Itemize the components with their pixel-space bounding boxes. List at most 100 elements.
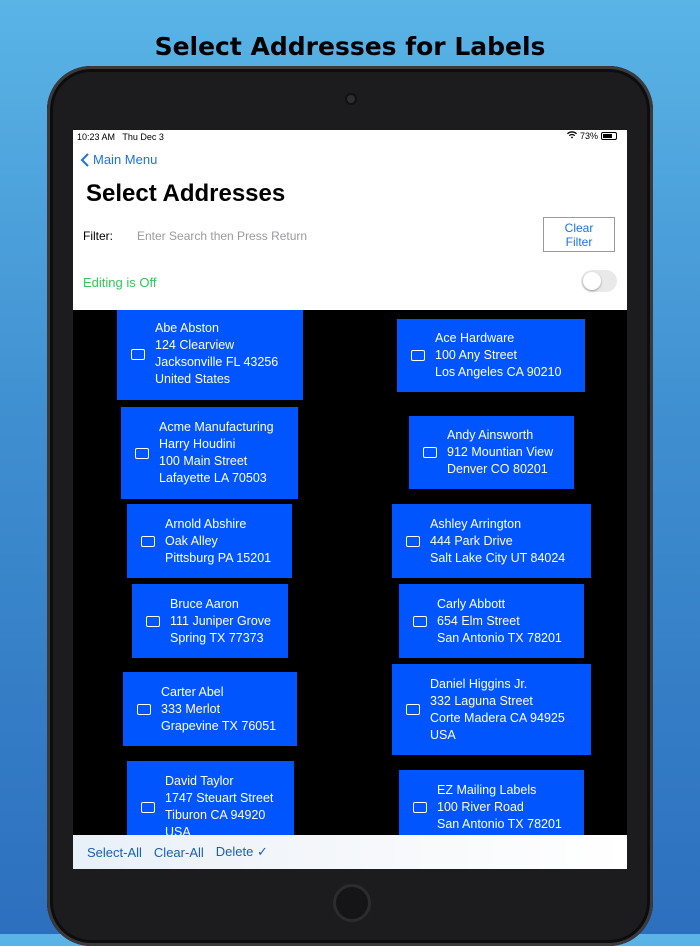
address-card[interactable]: Carly Abbott 654 Elm Street San Antonio TX… xyxy=(399,584,584,658)
wifi-icon xyxy=(566,131,577,141)
address-lines: Arnold Abshire Oak Alley Pittsburg PA 1520… xyxy=(165,516,271,567)
address-line: San Antonio TX 78201 xyxy=(437,630,562,645)
clear-all-button[interactable]: Clear-All xyxy=(154,845,204,860)
header: 10:23 AM Thu Dec 3 73% Main Menu Select … xyxy=(73,130,627,310)
address-line: United States xyxy=(155,372,231,386)
address-line: Jacksonville FL 43256 xyxy=(155,355,279,369)
address-line: 100 Main Street xyxy=(159,454,248,468)
address-card[interactable]: Abe Abston 124 Clearview Jacksonville FL 4… xyxy=(117,310,303,400)
checkbox[interactable] xyxy=(146,615,160,627)
address-card[interactable]: Ace Hardware 100 Any Street Los Angeles CA… xyxy=(397,319,585,392)
screen: 10:23 AM Thu Dec 3 73% Main Menu Select … xyxy=(73,130,627,869)
address-lines: David Taylor 1747 Steuart Street Tiburon C… xyxy=(165,773,273,835)
address-lines: Daniel Higgins Jr. 332 Laguna Street Corte… xyxy=(430,676,565,744)
toggle-knob xyxy=(583,272,601,290)
address-card[interactable]: Arnold Abshire Oak Alley Pittsburg PA 1520… xyxy=(127,504,292,578)
address-line: 100 Any Street xyxy=(435,348,518,362)
checkbox[interactable] xyxy=(413,615,427,627)
address-list[interactable]: Abe Abston 124 Clearview Jacksonville FL 4… xyxy=(73,310,627,835)
checkbox[interactable] xyxy=(131,348,145,360)
address-line: 332 Laguna Street xyxy=(430,693,533,708)
address-line: 124 Clearview xyxy=(155,338,235,352)
address-line: Tiburon CA 94920 xyxy=(165,808,266,822)
address-line: 100 River Road xyxy=(437,799,524,814)
address-card[interactable]: Acme Manufacturing Harry Houdini 100 Main … xyxy=(121,407,298,499)
back-button-label: Main Menu xyxy=(93,152,158,167)
address-line: Corte Madera CA 94925 xyxy=(430,710,565,725)
checkbox[interactable] xyxy=(423,447,437,458)
status-time: 10:23 AM xyxy=(77,132,116,142)
status-bar-right: 73% xyxy=(566,131,617,141)
select-all-button[interactable]: Select-All xyxy=(87,845,142,860)
address-line: San Antonio TX 78201 xyxy=(437,816,562,831)
address-line: David Taylor xyxy=(165,774,234,788)
address-lines: Ashley Arrington 444 Park Drive Salt Lake … xyxy=(430,516,565,567)
back-button[interactable]: Main Menu xyxy=(80,152,157,167)
address-line: 654 Elm Street xyxy=(437,613,520,628)
address-card[interactable]: EZ Mailing Labels 100 River Road San Anton… xyxy=(399,770,584,835)
address-line: 912 Mountian View xyxy=(447,445,554,459)
address-line: Denver CO 80201 xyxy=(447,462,548,476)
address-line: Bruce Aaron xyxy=(170,596,239,611)
checkbox[interactable] xyxy=(137,703,151,715)
front-camera xyxy=(347,95,355,103)
address-lines: Andy Ainsworth 912 Mountian View Denver CO… xyxy=(447,427,553,478)
battery-icon xyxy=(601,132,617,140)
address-line: Arnold Abshire xyxy=(165,516,247,531)
status-date: Thu Dec 3 xyxy=(122,132,164,142)
address-lines: Carter Abel 333 Merlot Grapevine TX 76051 xyxy=(161,684,276,735)
checkbox[interactable] xyxy=(411,350,425,361)
address-lines: Abe Abston 124 Clearview Jacksonville FL 4… xyxy=(155,320,278,388)
address-line: Lafayette LA 70503 xyxy=(159,471,267,485)
status-bar-left: 10:23 AM Thu Dec 3 xyxy=(77,132,164,142)
address-lines: Acme Manufacturing Harry Houdini 100 Main … xyxy=(159,419,274,487)
address-line: Grapevine TX 76051 xyxy=(161,718,277,733)
address-line: Carter Abel xyxy=(161,684,224,699)
delete-button[interactable]: Delete ✓ xyxy=(216,844,268,860)
address-line: Abe Abston xyxy=(155,321,219,335)
address-line: Pittsburg PA 15201 xyxy=(165,550,272,565)
checkbox[interactable] xyxy=(406,535,420,547)
address-line: Daniel Higgins Jr. xyxy=(430,676,528,691)
promo-headline: Select Addresses for Labels xyxy=(154,32,546,61)
address-lines: Carly Abbott 654 Elm Street San Antonio TX… xyxy=(437,596,562,647)
filter-input[interactable] xyxy=(135,226,479,246)
home-button[interactable] xyxy=(333,884,371,922)
address-line: Acme Manufacturing xyxy=(159,420,274,434)
battery-percent: 73% xyxy=(579,131,598,141)
address-line: EZ Mailing Labels xyxy=(437,782,537,797)
address-card[interactable]: Bruce Aaron 111 Juniper Grove Spring TX 77… xyxy=(132,584,288,658)
address-line: Carly Abbott xyxy=(437,596,506,611)
bottom-toolbar: Select-All Clear-All Delete ✓ xyxy=(73,835,627,869)
address-line: 111 Juniper Grove xyxy=(170,613,271,628)
address-line: Ashley Arrington xyxy=(430,516,522,531)
filter-label: Filter: xyxy=(83,229,113,243)
checkbox[interactable] xyxy=(141,801,155,813)
address-card[interactable]: David Taylor 1747 Steuart Street Tiburon C… xyxy=(127,761,294,835)
checkbox[interactable] xyxy=(141,535,155,547)
address-card[interactable]: Andy Ainsworth 912 Mountian View Denver CO… xyxy=(409,416,574,489)
address-card[interactable]: Ashley Arrington 444 Park Drive Salt Lake … xyxy=(392,504,591,578)
address-line: 444 Park Drive xyxy=(430,533,513,548)
address-line: USA xyxy=(430,727,456,742)
address-line: 333 Merlot xyxy=(161,701,221,716)
editing-toggle[interactable] xyxy=(581,270,617,292)
address-line: Harry Houdini xyxy=(159,437,236,451)
address-line: 1747 Steuart Street xyxy=(165,791,274,805)
address-line: Los Angeles CA 90210 xyxy=(435,365,562,379)
chevron-left-icon xyxy=(80,152,89,167)
address-line: Andy Ainsworth xyxy=(447,428,534,442)
address-lines: Ace Hardware 100 Any Street Los Angeles CA… xyxy=(435,330,562,381)
address-card[interactable]: Carter Abel 333 Merlot Grapevine TX 76051 xyxy=(123,672,297,746)
ipad-frame: 10:23 AM Thu Dec 3 73% Main Menu Select … xyxy=(47,66,653,946)
clear-filter-button[interactable]: Clear Filter xyxy=(543,217,615,252)
address-card[interactable]: Daniel Higgins Jr. 332 Laguna Street Corte… xyxy=(392,664,591,755)
address-lines: Bruce Aaron 111 Juniper Grove Spring TX 77… xyxy=(170,596,271,647)
checkbox[interactable] xyxy=(135,447,149,459)
address-line: Ace Hardware xyxy=(435,331,515,345)
address-line: Spring TX 77373 xyxy=(170,630,264,645)
checkbox[interactable] xyxy=(413,801,427,813)
editing-status-label: Editing is Off xyxy=(83,275,157,290)
address-lines: EZ Mailing Labels 100 River Road San Anton… xyxy=(437,782,562,833)
checkbox[interactable] xyxy=(406,704,420,715)
